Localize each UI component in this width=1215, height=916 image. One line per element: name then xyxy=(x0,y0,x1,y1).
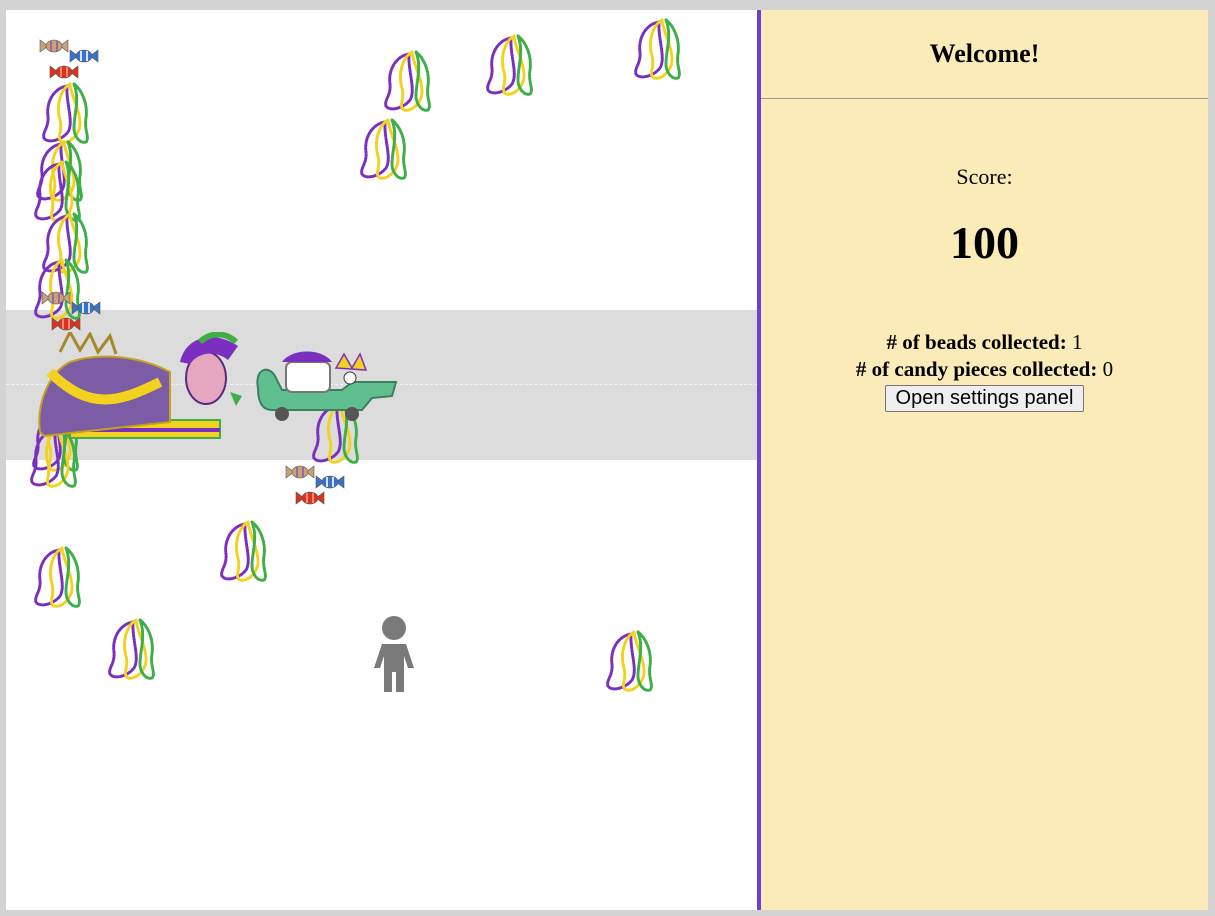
candy-icon[interactable] xyxy=(280,462,352,510)
bead-necklace-icon[interactable] xyxy=(354,116,416,180)
bead-necklace-icon[interactable] xyxy=(600,628,662,692)
side-panel: Welcome! Score: 100 # of beads collected… xyxy=(761,10,1208,910)
beads-count: 1 xyxy=(1071,330,1083,354)
bead-necklace-icon[interactable] xyxy=(28,544,90,608)
candy-label: # of candy pieces collected: xyxy=(855,357,1098,381)
bead-necklace-icon[interactable] xyxy=(36,80,98,144)
score-value: 100 xyxy=(950,217,1019,268)
game-window: Welcome! Score: 100 # of beads collected… xyxy=(6,10,1208,910)
bead-necklace-icon[interactable] xyxy=(214,518,276,582)
score-label: Score: xyxy=(956,164,1013,189)
open-settings-button[interactable]: Open settings panel xyxy=(884,385,1085,412)
beads-label: # of beads collected: xyxy=(886,330,1067,354)
stats-block: # of beads collected: 1 # of candy piece… xyxy=(761,329,1208,412)
bead-necklace-icon[interactable] xyxy=(628,16,690,80)
gator-float xyxy=(256,351,398,421)
panel-header: Welcome! xyxy=(761,10,1208,99)
person-icon[interactable] xyxy=(370,616,418,692)
candy-icon[interactable] xyxy=(36,288,108,336)
welcome-title: Welcome! xyxy=(929,39,1040,68)
bead-necklace-icon[interactable] xyxy=(480,32,542,96)
bead-necklace-icon[interactable] xyxy=(378,48,440,112)
candy-stat: # of candy pieces collected: 0 xyxy=(761,356,1208,383)
game-area[interactable] xyxy=(6,10,757,910)
candy-icon[interactable] xyxy=(34,36,106,84)
beads-stat: # of beads collected: 1 xyxy=(761,329,1208,356)
bead-necklace-icon[interactable] xyxy=(102,616,164,680)
parade-float xyxy=(38,332,242,439)
candy-count: 0 xyxy=(1102,357,1114,381)
